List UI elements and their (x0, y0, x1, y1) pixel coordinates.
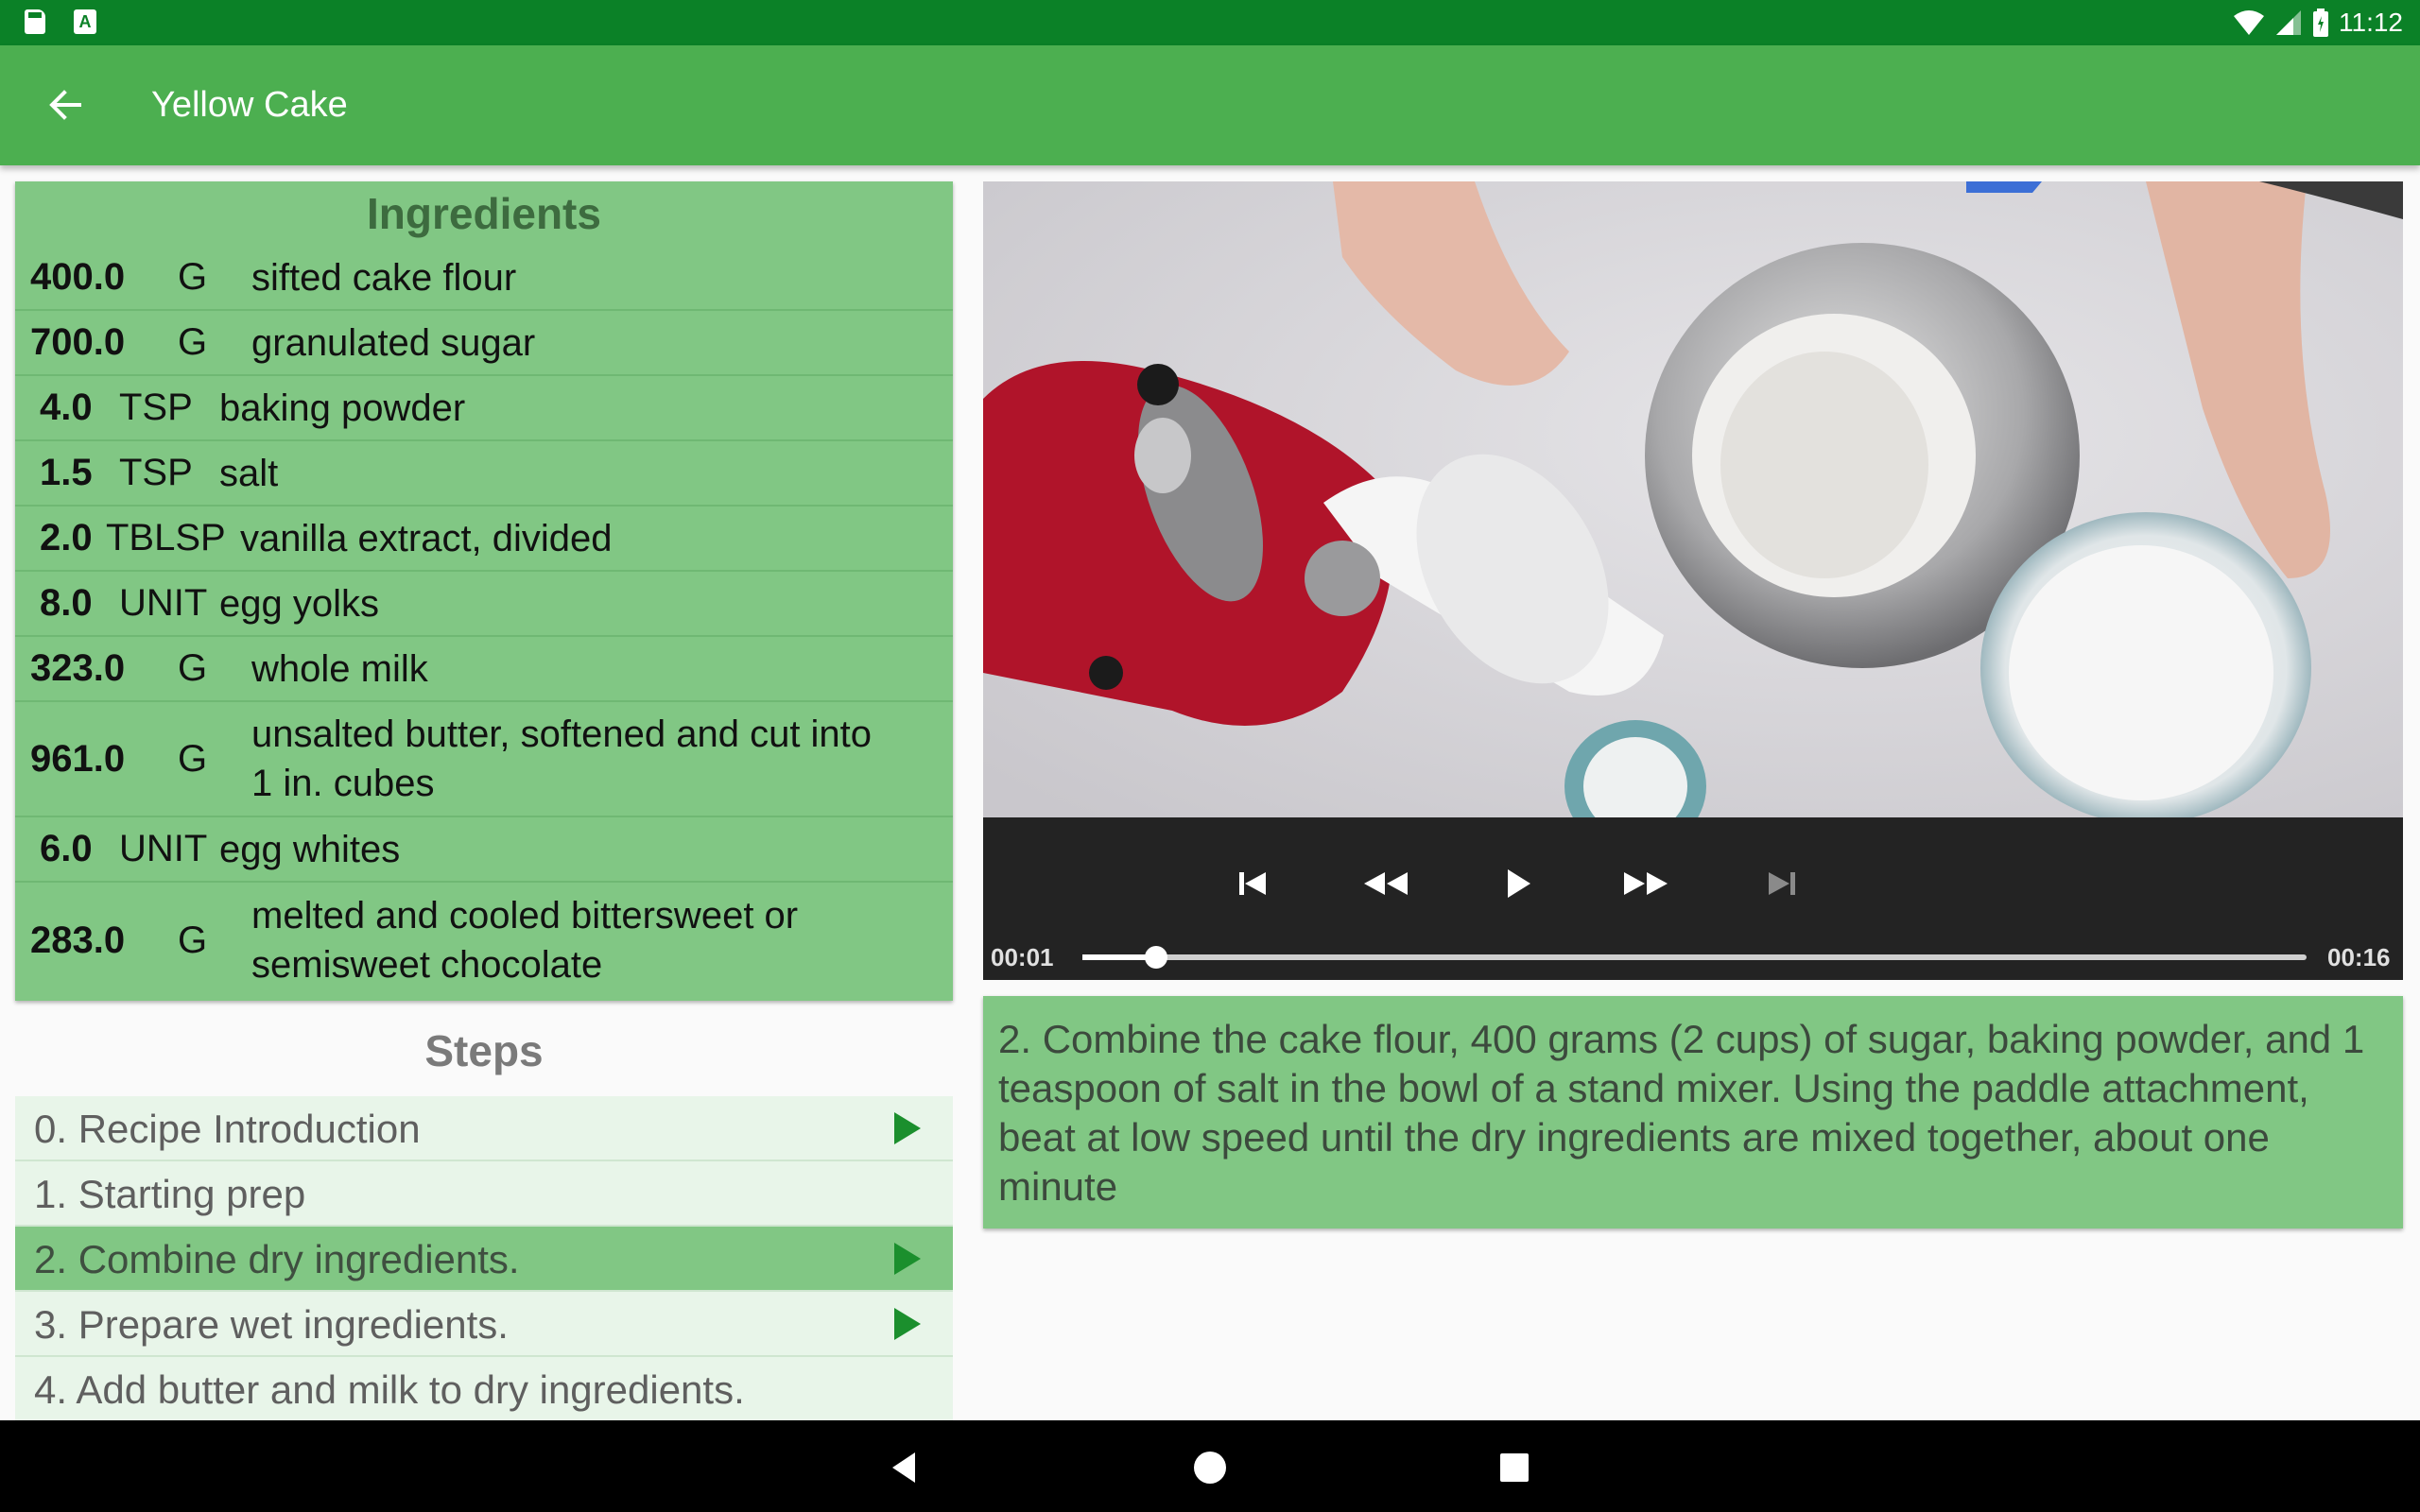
ingredients-heading: Ingredients (367, 189, 601, 238)
ingredient-quantity: 4.0 (40, 387, 93, 428)
ingredient-unit: UNIT (119, 582, 208, 624)
ingredient-row: 323.0 G whole milk (15, 637, 953, 702)
ingredient-name: granulated sugar (251, 321, 536, 364)
step-item-3[interactable]: 3. Prepare wet ingredients. (15, 1292, 953, 1357)
cell-signal-icon (2276, 10, 2301, 35)
ingredient-quantity: 961.0 (30, 737, 126, 780)
ingredient-unit: G (178, 737, 208, 780)
status-time: 11:12 (2339, 8, 2403, 37)
video-frame[interactable] (983, 181, 2403, 817)
ingredient-row: 6.0 UNIT egg whites (15, 817, 953, 883)
step-label: 3. Prepare wet ingredients. (34, 1302, 509, 1347)
ingredient-row: 400.0 G sifted cake flour (15, 246, 953, 311)
ingredient-unit: TBLSP (106, 517, 226, 558)
duration-time: 00:16 (2327, 943, 2391, 971)
video-controls: 00:01 00:16 (983, 817, 2403, 980)
ingredient-row: 283.0 G melted and cooled bittersweet or… (15, 883, 953, 998)
ingredient-quantity: 2.0 (40, 517, 93, 558)
current-time: 00:01 (991, 943, 1054, 971)
ingredient-row: 2.0 TBLSP vanilla extract, divided (15, 507, 953, 572)
sd-card-icon (25, 9, 45, 34)
play-icon (894, 1112, 921, 1144)
steps-heading: Steps (424, 1026, 544, 1075)
play-icon (894, 1308, 921, 1340)
seek-thumb[interactable] (1144, 946, 1167, 969)
ingredient-quantity: 1.5 (40, 452, 93, 493)
step-item-1[interactable]: 1. Starting prep (15, 1161, 953, 1227)
page-title: Yellow Cake (151, 85, 348, 125)
play-icon (894, 1243, 921, 1275)
seek-bar[interactable] (1082, 954, 2307, 960)
step-label: 4. Add butter and milk to dry ingredient… (34, 1367, 745, 1412)
ingredient-name: vanilla extract, divided (240, 517, 613, 559)
rewind-icon[interactable] (1357, 855, 1413, 912)
app-bar: Yellow Cake (0, 45, 2420, 165)
ingredient-name: egg whites (219, 828, 401, 870)
step-description-card: 2. Combine the cake flour, 400 grams (2 … (983, 996, 2403, 1228)
ingredient-quantity: 283.0 (30, 919, 126, 961)
video-player[interactable]: 00:01 00:16 (983, 181, 2403, 980)
ingredient-quantity: 400.0 (30, 256, 126, 298)
ingredient-row: 8.0 UNIT egg yolks (15, 572, 953, 637)
step-item-4[interactable]: 4. Add butter and milk to dry ingredient… (15, 1357, 953, 1420)
ingredient-quantity: 8.0 (40, 582, 93, 624)
ingredient-unit: TSP (119, 452, 193, 493)
ingredient-name: egg yolks (219, 582, 379, 625)
ingredient-name: whole milk (251, 647, 428, 690)
ingredient-unit: G (178, 321, 208, 363)
step-label: 2. Combine dry ingredients. (34, 1237, 520, 1281)
fast-forward-icon[interactable] (1618, 855, 1675, 912)
ingredient-unit: G (178, 647, 208, 689)
a-notification-icon: A (74, 9, 96, 34)
step-item-0[interactable]: 0. Recipe Introduction (15, 1096, 953, 1161)
step-label: 1. Starting prep (34, 1172, 306, 1216)
ingredient-row: 1.5 TSP salt (15, 441, 953, 507)
steps-list[interactable]: 0. Recipe Introduction 1. Starting prep … (15, 1096, 953, 1420)
play-icon[interactable] (1489, 855, 1546, 912)
battery-icon (2313, 9, 2328, 37)
step-description: 2. Combine the cake flour, 400 grams (2 … (998, 1017, 2365, 1209)
navigation-bar (0, 1420, 2420, 1512)
ingredient-unit: UNIT (119, 828, 208, 869)
ingredient-name: melted and cooled bittersweet or semiswe… (251, 895, 799, 986)
ingredient-row: 4.0 TSP baking powder (15, 376, 953, 441)
ingredient-name: salt (219, 452, 279, 494)
ingredient-row: 700.0 G granulated sugar (15, 311, 953, 376)
status-bar: A 11:12 (0, 0, 2420, 45)
ingredient-unit: G (178, 256, 208, 298)
wifi-icon (2234, 10, 2264, 35)
step-item-2[interactable]: 2. Combine dry ingredients. (15, 1227, 953, 1292)
step-label: 0. Recipe Introduction (34, 1107, 421, 1151)
ingredient-unit: G (178, 919, 208, 961)
skip-next-icon[interactable] (1754, 855, 1810, 912)
ingredients-card: Ingredients 400.0 G sifted cake flour 70… (15, 181, 953, 1001)
ingredient-row: 961.0 G unsalted butter, softened and cu… (15, 702, 953, 817)
recents-square-icon[interactable] (1492, 1445, 1537, 1490)
back-triangle-icon[interactable] (883, 1445, 928, 1490)
arrow-back-icon (49, 90, 81, 120)
ingredient-quantity: 6.0 (40, 828, 93, 869)
ingredient-quantity: 700.0 (30, 321, 126, 363)
ingredient-name: sifted cake flour (251, 256, 517, 299)
skip-previous-icon[interactable] (1224, 855, 1281, 912)
back-button[interactable] (40, 78, 96, 131)
home-circle-icon[interactable] (1187, 1445, 1233, 1490)
ingredient-name: unsalted butter, softened and cut into 1… (251, 713, 873, 804)
ingredient-name: baking powder (219, 387, 466, 429)
ingredient-quantity: 323.0 (30, 647, 126, 689)
ingredient-unit: TSP (119, 387, 193, 428)
